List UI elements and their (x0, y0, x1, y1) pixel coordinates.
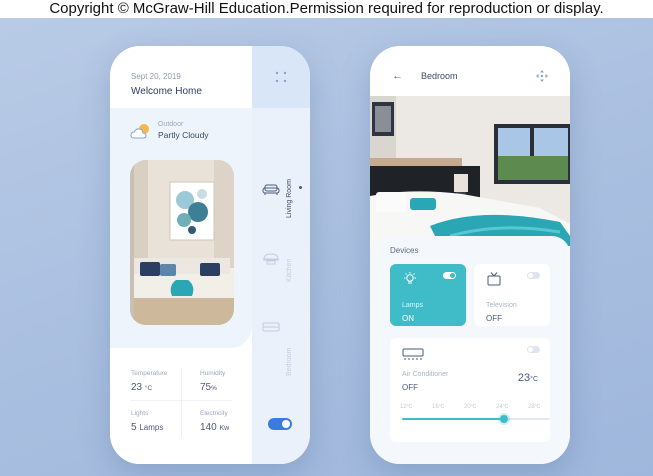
scale-tick: 16°C (432, 404, 444, 410)
temperature-unit: °C (144, 385, 153, 392)
scale-tick-unit: °C (534, 404, 541, 410)
toggle-knob (528, 273, 533, 278)
weather-condition: Partly Cloudy (158, 130, 209, 140)
temperature-slider-handle[interactable] (499, 415, 508, 423)
device-name: Air Conditioner (402, 371, 449, 378)
device-state: ON (402, 314, 414, 323)
partly-cloudy-icon (130, 124, 149, 139)
weather-caption: Outdoor (158, 121, 184, 128)
scale-tick: 12°C (400, 404, 412, 410)
lights-number: 5 (131, 422, 137, 433)
air-conditioner-toggle[interactable] (527, 346, 540, 353)
grid-dots-icon[interactable] (274, 70, 288, 84)
scale-tick-unit: °C (470, 404, 477, 410)
home-screen: Sept 20, 2019 Welcome Home Outdoor Partl… (110, 46, 310, 464)
back-arrow-icon[interactable]: ← (392, 70, 403, 82)
room-nav-sidebar: Living Room Kitchen Bedroom (252, 46, 310, 464)
sidebar-item-label: Kitchen (286, 258, 293, 282)
sidebar-item-label: Living Room (286, 179, 293, 218)
sidebar-item-living-room[interactable]: Living Room (252, 158, 310, 238)
active-room-indicator (299, 186, 302, 189)
current-date: Sept 20, 2019 (131, 72, 181, 81)
scale-tick: 20°C (464, 404, 476, 410)
home-stats: Temperature 23 °C Humidity 75% Lights 5 … (110, 348, 252, 464)
scale-tick-value: 20 (464, 404, 471, 410)
scale-tick-value: 24 (496, 404, 503, 410)
devices-panel: Devices Lamps ON Television OFF Air Cond… (370, 236, 570, 464)
toggle-knob (282, 420, 290, 428)
master-toggle[interactable] (268, 418, 292, 430)
stats-divider-vertical (181, 368, 182, 438)
humidity-label: Humidity (200, 370, 226, 377)
move-arrows-icon[interactable] (535, 69, 549, 83)
temperature-slider-fill (402, 418, 504, 420)
bedroom-header: ← Bedroom (370, 46, 570, 96)
scale-tick-unit: °C (438, 404, 445, 410)
electricity-unit: Kw (219, 425, 230, 432)
sidebar-item-label: Bedroom (286, 347, 293, 376)
temperature-slider-track[interactable] (402, 415, 550, 423)
humidity-number: 75 (200, 382, 212, 393)
scale-tick-value: 12 (400, 404, 407, 410)
temperature-number: 23 (131, 382, 143, 393)
sidebar-top (252, 46, 310, 108)
page-title: Bedroom (421, 71, 458, 81)
air-conditioner-icon (402, 348, 424, 360)
television-card[interactable]: Television OFF (474, 264, 550, 326)
devices-heading: Devices (390, 246, 419, 255)
scale-tick-value: 28 (528, 404, 535, 410)
sidebar-item-kitchen[interactable]: Kitchen (252, 238, 310, 318)
scale-tick: 24°C (496, 404, 508, 410)
room-card: Outdoor Partly Cloudy (110, 108, 252, 348)
electricity-value: 140 Kw (200, 422, 229, 433)
television-toggle[interactable] (527, 272, 540, 279)
electricity-number: 140 (200, 422, 217, 433)
sofa-icon (262, 184, 280, 195)
living-room-photo (130, 160, 234, 325)
home-main-panel: Sept 20, 2019 Welcome Home Outdoor Partl… (110, 46, 252, 464)
air-conditioner-card[interactable]: Air Conditioner OFF 23°C 12°C 16°C 20°C … (390, 338, 550, 442)
lamp-icon (404, 272, 416, 284)
tv-icon (487, 272, 501, 286)
lights-label: Lights (131, 410, 149, 417)
temperature-value: 23 °C (131, 382, 152, 393)
bedroom-photo (370, 96, 570, 246)
lamps-card[interactable]: Lamps ON (390, 264, 466, 326)
toggle-knob (528, 347, 533, 352)
lights-value: 5 Lamps (131, 422, 163, 433)
copyright-watermark: Copyright © McGraw-Hill Education.Permis… (49, 0, 604, 17)
electricity-label: Electricity (200, 410, 228, 417)
temperature-label: Temperature (131, 370, 168, 377)
device-name: Television (486, 302, 517, 309)
bedroom-screen: ← Bedroom Devices Lamps ON Television OF… (370, 46, 570, 464)
scale-tick-value: 16 (432, 404, 439, 410)
scale-tick-unit: °C (406, 404, 413, 410)
sidebar-item-bedroom[interactable]: Bedroom (252, 308, 310, 388)
ac-temperature-unit: °C (530, 376, 538, 383)
device-name: Lamps (402, 302, 424, 309)
device-state: OFF (486, 314, 502, 323)
cooking-pot-icon (263, 253, 279, 265)
scale-tick: 28°C (528, 404, 540, 410)
bed-icon (262, 322, 280, 332)
lights-unit: Lamps (139, 423, 164, 432)
humidity-value: 75% (200, 382, 217, 393)
ac-temperature-number: 23 (517, 372, 531, 384)
page-title: Welcome Home (131, 86, 202, 97)
device-state: OFF (402, 383, 418, 392)
humidity-unit: % (211, 385, 217, 392)
ac-temperature: 23°C (518, 372, 538, 384)
lamps-toggle[interactable] (443, 272, 456, 279)
toggle-knob (450, 273, 455, 278)
scale-tick-unit: °C (502, 404, 509, 410)
